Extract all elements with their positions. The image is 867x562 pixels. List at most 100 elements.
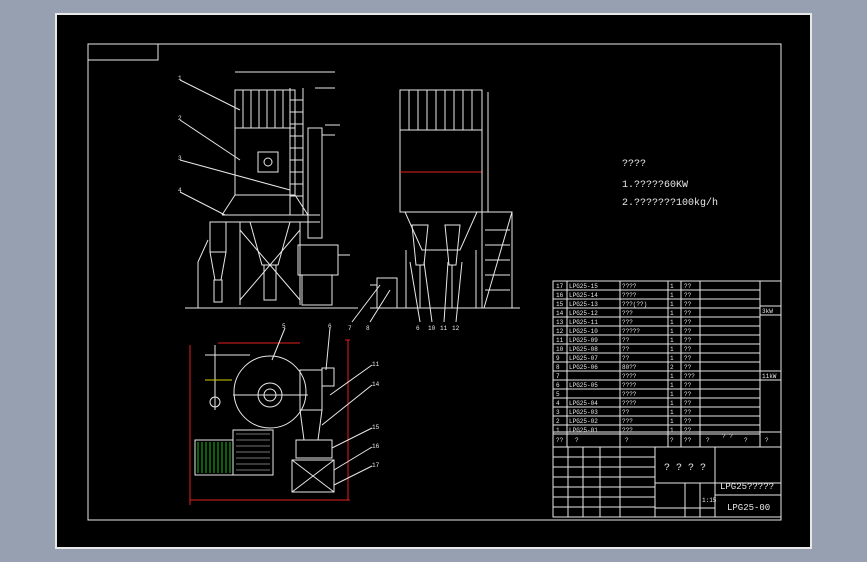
callout-2: 2 <box>178 115 182 122</box>
plan-callout-17: 17 <box>372 462 380 469</box>
spec-title: ???? <box>622 159 646 170</box>
bom-cell-no: 6 <box>556 382 560 389</box>
bom-cell-name: ??? <box>622 427 633 434</box>
callout-11: 11 <box>440 325 448 332</box>
bom-header-no: ?? <box>556 437 564 444</box>
bom-cell-code: LPG25-09 <box>569 337 598 344</box>
bom-cell-code: LPG25-14 <box>569 292 598 299</box>
bom-cell-qty: 1 <box>670 301 674 308</box>
drawing-sheet: 1 2 3 4 7 8 6 10 11 12 5 6 11 14 15 16 1… <box>55 13 812 549</box>
bom-cell-name: ??? <box>622 418 633 425</box>
bom-cell-no: 15 <box>556 301 564 308</box>
bom-header-c6: ? <box>706 437 710 444</box>
bom-cell-no: 1 <box>556 427 560 434</box>
bom-cell-qty: 1 <box>670 418 674 425</box>
cad-viewer: 1 2 3 4 7 8 6 10 11 12 5 6 11 14 15 16 1… <box>0 0 867 562</box>
bom-cell-qty: 1 <box>670 319 674 326</box>
drawing-scale: 1:15 <box>702 497 717 504</box>
bom-cell-mat: ?? <box>684 355 692 362</box>
title-block-center: ? ? ? ? <box>664 463 706 474</box>
bom-cell-code: LPG25-10 <box>569 328 598 335</box>
bom-cell-qty: 1 <box>670 409 674 416</box>
bom-cell-qty: 2 <box>670 364 674 371</box>
callout-1: 1 <box>178 75 182 82</box>
bom-cell-qty: 1 <box>670 346 674 353</box>
bom-cell-no: 8 <box>556 364 560 371</box>
bom-cell-name: ???? <box>622 283 637 290</box>
bom-cell-name: ???? <box>622 391 637 398</box>
bom-cell-name: ?? <box>622 337 630 344</box>
bom-cell-name: ???? <box>622 292 637 299</box>
bom-cell-code: LPG25-04 <box>569 400 598 407</box>
bom-cell-name: ???(??) <box>622 301 647 308</box>
callout-8: 8 <box>366 325 370 332</box>
spec-line-1: 1.?????60KW <box>622 180 688 191</box>
bom-cell-code: LPG25-02 <box>569 418 598 425</box>
callout-12: 12 <box>452 325 460 332</box>
bom-cell-qty: 1 <box>670 292 674 299</box>
bom-cell-mat: ?? <box>684 301 692 308</box>
plan-callout-5: 5 <box>282 323 286 330</box>
bom-cell-mat: ?? <box>684 400 692 407</box>
bom-cell-mat: ?? <box>684 337 692 344</box>
bom-cell-no: 13 <box>556 319 564 326</box>
callout-3: 3 <box>178 155 182 162</box>
bom-cell-mat: ?? <box>684 409 692 416</box>
bom-cell-qty: 1 <box>670 337 674 344</box>
bom-cell-code: LPG25-12 <box>569 310 598 317</box>
bom-cell-code: LPG25-05 <box>569 382 598 389</box>
bom-cell-mat: ?? <box>684 364 692 371</box>
bom-cell-name: ???? <box>622 373 637 380</box>
bom-cell-name: ??? <box>622 319 633 326</box>
bom-cell-no: 17 <box>556 283 564 290</box>
bom-header-code: ? <box>575 437 579 444</box>
spec-line-2: 2.???????100kg/h <box>622 197 718 209</box>
bom-cell-qty: 1 <box>670 328 674 335</box>
bom-header-c9: ? <box>765 437 769 444</box>
bom-cell-mat: ?? <box>684 346 692 353</box>
bom-cell-qty: 1 <box>670 427 674 434</box>
bom-cell-name: ????? <box>622 328 640 335</box>
bom-cell-name: ??? <box>622 310 633 317</box>
bom-cell-no: 4 <box>556 400 560 407</box>
bom-cell-no: 16 <box>556 292 564 299</box>
bom-cell-no: 10 <box>556 346 564 353</box>
plan-callout-14: 14 <box>372 381 380 388</box>
bom-cell-qty: 1 <box>670 355 674 362</box>
bom-cell-qty: 1 <box>670 382 674 389</box>
bom-cell-no: 11 <box>556 337 564 344</box>
bom-cell-no: 5 <box>556 391 560 398</box>
bom-cell-mat: ?? <box>684 310 692 317</box>
bom-cell-name: ???? <box>622 400 637 407</box>
bom-cell-qty: 1 <box>670 400 674 407</box>
callout-7: 7 <box>348 325 352 332</box>
bom-cell-no: 9 <box>556 355 560 362</box>
bom-cell-name: ?? <box>622 346 630 353</box>
bom-cell-no: 12 <box>556 328 564 335</box>
bom-cell-code: LPG25-15 <box>569 283 598 290</box>
bom-cell-code: LPG25-03 <box>569 409 598 416</box>
bom-header-name: ? <box>625 437 629 444</box>
bom-note-row14: 3kW <box>762 308 773 315</box>
bom-cell-no: 2 <box>556 418 560 425</box>
plan-callout-6: 6 <box>328 323 332 330</box>
callout-10: 10 <box>428 325 436 332</box>
bom-cell-code: LPG25-08 <box>569 346 598 353</box>
bom-cell-name: ?? <box>622 355 630 362</box>
bom-cell-qty: 1 <box>670 283 674 290</box>
bom-cell-code: LPG25-11 <box>569 319 598 326</box>
bom-cell-mat: ?? <box>684 292 692 299</box>
drawing-title: LPG25????? <box>720 482 774 492</box>
bom-cell-code: LPG25-01 <box>569 427 598 434</box>
bom-cell-qty: 1 <box>670 310 674 317</box>
bom-header-mat: ?? <box>684 437 692 444</box>
bom-cell-qty: 1 <box>670 373 674 380</box>
plan-callout-15: 15 <box>372 424 380 431</box>
bom-cell-mat: ??? <box>684 373 695 380</box>
bom-cell-code: LPG25-07 <box>569 355 598 362</box>
bom-cell-mat: ?? <box>684 382 692 389</box>
bom-cell-name: ?? <box>622 409 630 416</box>
callout-6: 6 <box>416 325 420 332</box>
bom-cell-name: ???? <box>622 382 637 389</box>
bom-cell-mat: ?? <box>684 319 692 326</box>
